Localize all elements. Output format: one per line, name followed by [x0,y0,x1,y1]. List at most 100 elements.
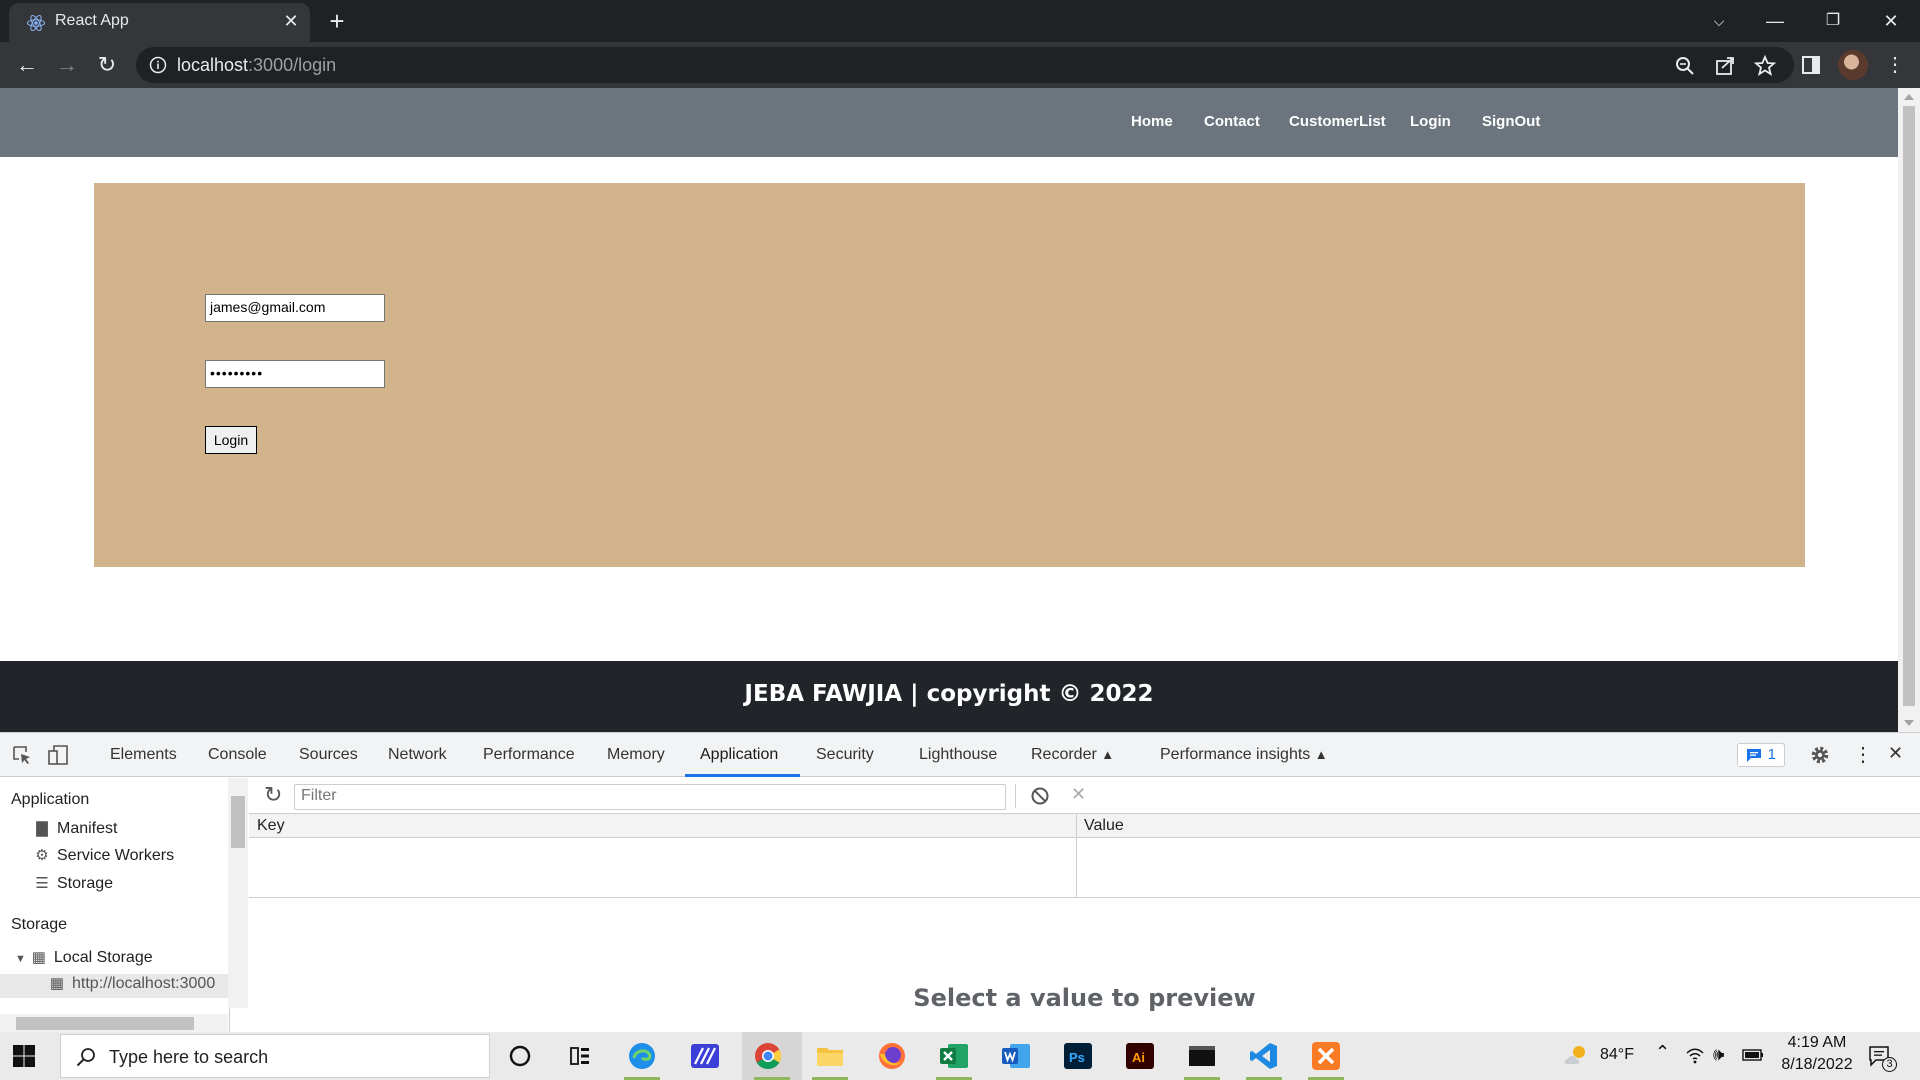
tab-sources[interactable]: Sources [299,746,358,764]
tab-application[interactable]: Application [700,746,778,764]
issues-badge[interactable]: 1 [1737,743,1785,767]
react-icon [27,14,45,32]
storage-filter-bar: ↻ Filter ✕ [249,778,1920,814]
weather-temperature[interactable]: 84°F [1600,1046,1634,1064]
file-explorer-icon[interactable] [814,1040,846,1072]
delete-selected-icon[interactable]: ✕ [1071,784,1086,805]
column-divider[interactable] [1076,814,1077,898]
column-header-value[interactable]: Value [1084,817,1124,835]
devtools-panel: Elements Console Sources Network Perform… [0,732,1920,1033]
expand-triangle-icon[interactable]: ▼ [15,953,26,965]
scroll-down-icon[interactable] [1904,720,1914,726]
tab-performance[interactable]: Performance [483,746,575,764]
login-button[interactable]: Login [205,426,257,454]
new-tab-icon[interactable]: + [324,6,350,36]
sidebar-item-local-storage[interactable]: ▼ ▦ Local Storage [15,948,153,967]
sidebar-horizontal-scrollbar[interactable] [0,1014,228,1033]
firefox-icon[interactable] [876,1040,908,1072]
vscode-icon[interactable] [1248,1040,1280,1072]
url-text: localhost:3000/login [177,55,336,76]
word-icon[interactable] [1000,1040,1032,1072]
scrollbar-thumb[interactable] [16,1017,194,1030]
preview-placeholder: Select a value to preview [913,984,1256,1012]
clock-time[interactable]: 4:19 AM [1782,1034,1852,1052]
close-tab-icon[interactable]: ✕ [280,10,302,32]
browser-tab[interactable]: React App ✕ [9,3,310,42]
taskbar-search-box[interactable]: Type here to search [60,1034,490,1078]
scrollbar-thumb[interactable] [1903,106,1915,706]
windows-start-icon[interactable] [12,1044,36,1068]
xampp-icon[interactable] [1310,1040,1342,1072]
email-field[interactable]: james@gmail.com [205,294,385,322]
nav-contact-link[interactable]: Contact [1204,113,1260,130]
tab-elements[interactable]: Elements [110,746,177,764]
sidebar-item-storage[interactable]: ☰ Storage [33,874,113,893]
battery-icon[interactable] [1742,1048,1764,1062]
sidebar-item-label: http://localhost:3000 [72,975,216,992]
sidebar-item-service-workers[interactable]: ⚙ Service Workers [33,846,174,865]
url-path: :3000/login [248,55,337,75]
bookmark-star-icon[interactable] [1752,53,1778,79]
illustrator-icon[interactable]: Ai [1124,1040,1156,1072]
weather-icon[interactable] [1562,1044,1590,1068]
password-field[interactable]: ••••••••• [205,360,385,388]
volume-icon[interactable]: 🕪 [1713,1044,1724,1065]
tray-chevron-up-icon[interactable]: ⌃ [1655,1042,1670,1063]
sidebar-item-manifest[interactable]: ▇ Manifest [33,819,117,838]
refresh-icon[interactable]: ↻ [264,782,282,808]
sidebar-item-localhost[interactable]: ▦ http://localhost:3000 [0,974,228,998]
tab-performance-insights[interactable]: Performance insights ▲ [1160,746,1328,764]
login-form-panel: james@gmail.com ••••••••• Login [94,183,1805,567]
settings-gear-icon[interactable] [1808,743,1832,767]
forward-arrow-icon[interactable]: → [52,50,82,80]
chrome-icon[interactable] [752,1040,784,1072]
nav-signout-link[interactable]: SignOut [1482,113,1540,130]
local-storage-view: ↻ Filter ✕ Key Value Select a value to p… [249,778,1920,1033]
clock-date[interactable]: 8/18/2022 [1776,1056,1858,1074]
terminal-icon[interactable] [1186,1040,1218,1072]
photoshop-icon[interactable]: Ps [1062,1040,1094,1072]
tab-console[interactable]: Console [208,746,267,764]
profile-avatar[interactable] [1838,50,1868,80]
tab-lighthouse[interactable]: Lighthouse [919,746,997,764]
site-info-icon[interactable] [148,55,168,75]
tab-network[interactable]: Network [388,746,447,764]
address-bar[interactable]: localhost:3000/login [136,47,1794,83]
inspect-element-icon[interactable] [10,743,34,767]
minimize-icon[interactable]: — [1760,6,1790,36]
svg-text:Ps: Ps [1069,1050,1085,1065]
close-window-icon[interactable]: ✕ [1876,6,1906,36]
tab-search-chevron-icon[interactable]: ⌵ [1704,6,1734,36]
search-icon [76,1048,95,1067]
filter-input[interactable]: Filter [294,784,1006,810]
devtools-close-icon[interactable]: ✕ [1888,743,1903,764]
tab-title: React App [55,12,129,29]
clear-all-icon[interactable] [1030,786,1050,806]
tab-recorder[interactable]: Recorder ▲ [1031,746,1114,764]
column-header-key[interactable]: Key [257,817,285,835]
page-scrollbar[interactable] [1898,88,1920,732]
sidebar-scrollbar[interactable] [228,778,248,1008]
share-icon[interactable] [1712,53,1738,79]
scroll-up-icon[interactable] [1904,94,1914,100]
back-arrow-icon[interactable]: ← [12,50,42,80]
network-icon[interactable] [1685,1046,1705,1064]
reload-icon[interactable]: ↻ [92,50,122,80]
tab-memory[interactable]: Memory [607,746,665,764]
edge-icon[interactable] [626,1040,658,1072]
nav-customerlist-link[interactable]: CustomerList [1289,113,1386,130]
scrollbar-thumb[interactable] [231,796,245,848]
browser-menu-icon[interactable]: ⋮ [1880,50,1910,80]
power-automate-icon[interactable] [689,1040,721,1072]
cortana-icon[interactable] [504,1040,536,1072]
device-toolbar-icon[interactable] [46,743,70,767]
side-panel-icon[interactable] [1796,50,1826,80]
tab-security[interactable]: Security [816,746,874,764]
task-view-icon[interactable] [564,1040,596,1072]
nav-home-link[interactable]: Home [1131,113,1173,130]
nav-login-link[interactable]: Login [1410,113,1451,130]
devtools-more-icon[interactable]: ⋮ [1853,742,1873,767]
restore-icon[interactable]: ❐ [1818,6,1848,36]
zoom-icon[interactable] [1672,53,1698,79]
excel-icon[interactable] [938,1040,970,1072]
